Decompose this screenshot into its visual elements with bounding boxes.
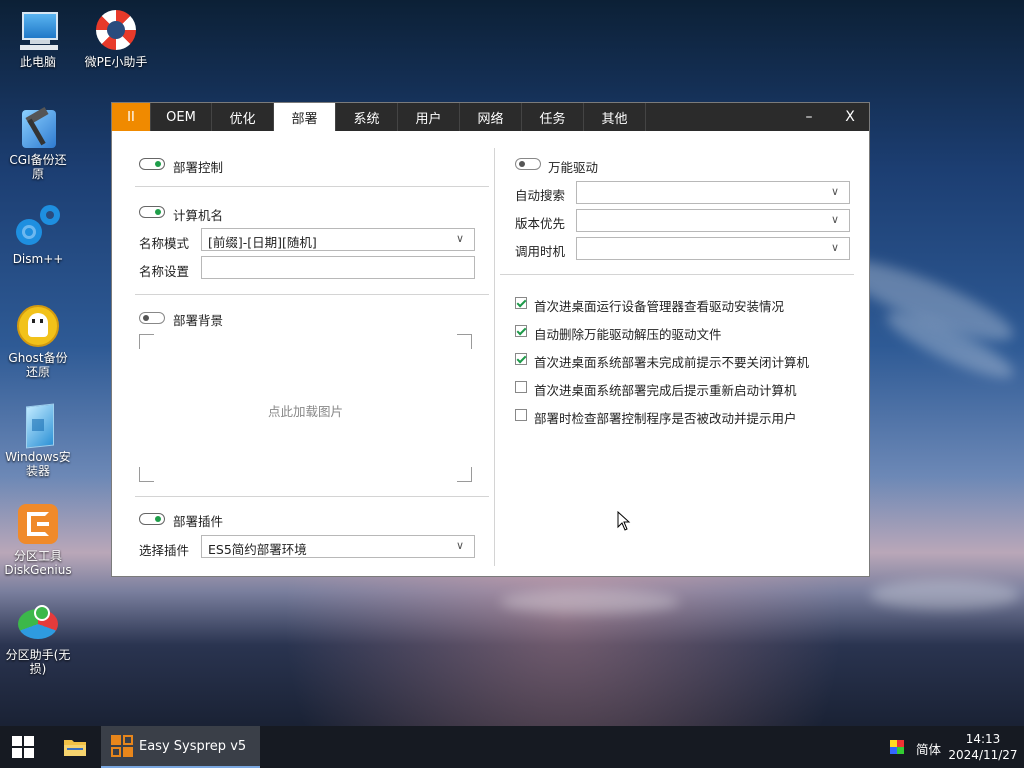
divider — [500, 274, 854, 275]
window-tab-bar: II OEM 优化 部署 系统 用户 网络 任务 其他 – X — [112, 103, 869, 131]
desktop-icon-pe-helper[interactable]: 微PE小助手 — [82, 8, 150, 69]
corner-mark — [457, 334, 472, 349]
option-label: 首次进桌面系统部署未完成前提示不要关闭计算机 — [534, 355, 810, 370]
tab-other[interactable]: 其他 — [584, 103, 646, 131]
auto-search-select[interactable]: ∨ — [576, 181, 850, 204]
desktop-icon-this-pc[interactable]: 此电脑 — [4, 8, 72, 69]
lifebuoy-icon — [94, 8, 138, 52]
computer-icon — [16, 8, 60, 52]
option-label: 部署时检查部署控制程序是否被改动并提示用户 — [534, 411, 797, 426]
option-checkbox[interactable] — [515, 409, 527, 421]
chevron-down-icon: ∨ — [830, 241, 839, 254]
name-setting-label: 名称设置 — [139, 264, 190, 279]
call-timing-select[interactable]: ∨ — [576, 237, 850, 260]
ime-indicator[interactable]: 简体 — [916, 739, 941, 758]
corner-mark — [457, 467, 472, 482]
taskbar-app-easy-sysprep[interactable]: Easy Sysprep v5 — [101, 726, 260, 768]
corner-mark — [139, 467, 154, 482]
chevron-down-icon: ∨ — [830, 185, 839, 198]
desktop-icon-partition-assistant[interactable]: 分区助手(无损) — [4, 601, 72, 676]
tab-user[interactable]: 用户 — [398, 103, 460, 131]
computer-name-toggle[interactable] — [139, 206, 165, 218]
background-image-dropzone[interactable]: 点此加载图片 — [139, 334, 472, 482]
clock[interactable]: 14:13 2024/11/27 — [948, 731, 1018, 763]
name-mode-select[interactable]: [前缀]-[日期][随机] ∨ — [201, 228, 475, 251]
start-button[interactable] — [12, 726, 38, 768]
select-plugin-label: 选择插件 — [139, 543, 190, 558]
option-checkbox[interactable] — [515, 381, 527, 393]
clock-time: 14:13 — [965, 732, 1001, 746]
load-image-hint: 点此加载图片 — [267, 404, 343, 419]
ghost-icon — [16, 304, 60, 348]
clock-date: 2024/11/27 — [948, 748, 1018, 762]
windows-logo-icon — [12, 736, 34, 758]
desktop-icon-cgi-backup[interactable]: CGI备份还原 — [4, 106, 72, 181]
gear-icon — [16, 205, 60, 249]
ime-color-icon[interactable] — [890, 740, 904, 754]
tab-tasks[interactable]: 任务 — [522, 103, 584, 131]
universal-driver-toggle[interactable] — [515, 158, 541, 170]
hammer-icon — [16, 106, 60, 150]
option-checkbox[interactable] — [515, 325, 527, 337]
tab-deploy[interactable]: 部署 — [274, 103, 336, 131]
divider — [135, 186, 489, 187]
wallpaper-cloud — [500, 590, 680, 614]
option-label: 自动删除万能驱动解压的驱动文件 — [534, 327, 722, 342]
mouse-cursor-icon — [617, 511, 631, 531]
universal-driver-label: 万能驱动 — [548, 160, 599, 175]
deploy-background-toggle[interactable] — [139, 312, 165, 324]
divider — [135, 496, 489, 497]
desktop-icon-dism[interactable]: Dism++ — [4, 205, 72, 266]
tab-main[interactable]: II — [112, 103, 151, 131]
tab-network[interactable]: 网络 — [460, 103, 522, 131]
desktop-icon-ghost[interactable]: Ghost备份还原 — [4, 304, 72, 379]
wallpaper-cloud — [870, 580, 1020, 610]
easy-sysprep-icon — [111, 735, 133, 757]
tab-system[interactable]: 系统 — [336, 103, 398, 131]
close-button[interactable]: X — [830, 103, 870, 131]
option-checkbox[interactable] — [515, 297, 527, 309]
call-timing-label: 调用时机 — [515, 244, 566, 259]
option-label: 首次进桌面系统部署完成后提示重新启动计算机 — [534, 383, 797, 398]
version-priority-select[interactable]: ∨ — [576, 209, 850, 232]
tab-optimize[interactable]: 优化 — [212, 103, 274, 131]
chevron-down-icon: ∨ — [455, 539, 464, 552]
computer-name-label: 计算机名 — [173, 208, 224, 223]
corner-mark — [139, 334, 154, 349]
deploy-plugin-label: 部署插件 — [173, 514, 224, 529]
chevron-down-icon: ∨ — [455, 232, 464, 245]
deploy-background-label: 部署背景 — [173, 313, 224, 328]
partition-pie-icon — [16, 601, 60, 645]
desktop-icon-diskgenius[interactable]: 分区工具DiskGenius — [4, 502, 72, 577]
column-divider — [494, 148, 495, 566]
tab-oem[interactable]: OEM — [151, 103, 212, 131]
installer-box-icon — [16, 403, 60, 449]
auto-search-label: 自动搜索 — [515, 188, 566, 203]
chevron-down-icon: ∨ — [830, 213, 839, 226]
diskgenius-icon — [16, 502, 60, 546]
taskbar: Easy Sysprep v5 简体 14:13 2024/11/27 — [0, 726, 1024, 768]
divider — [135, 294, 489, 295]
minimize-button[interactable]: – — [789, 103, 829, 131]
plugin-select[interactable]: ES5简约部署环境 ∨ — [201, 535, 475, 558]
file-explorer-button[interactable] — [63, 726, 87, 768]
easy-sysprep-window: II OEM 优化 部署 系统 用户 网络 任务 其他 – X 部署控制 计算机… — [111, 102, 870, 577]
desktop-icon-windows-installer[interactable]: Windows安装器 — [4, 403, 72, 478]
version-priority-label: 版本优先 — [515, 216, 566, 231]
option-checkbox[interactable] — [515, 353, 527, 365]
deploy-control-label: 部署控制 — [173, 160, 224, 175]
option-label: 首次进桌面运行设备管理器查看驱动安装情况 — [534, 299, 785, 314]
name-mode-label: 名称模式 — [139, 236, 190, 251]
folder-icon — [64, 740, 86, 756]
deploy-control-toggle[interactable] — [139, 158, 165, 170]
name-setting-input[interactable] — [201, 256, 475, 279]
deploy-plugin-toggle[interactable] — [139, 513, 165, 525]
